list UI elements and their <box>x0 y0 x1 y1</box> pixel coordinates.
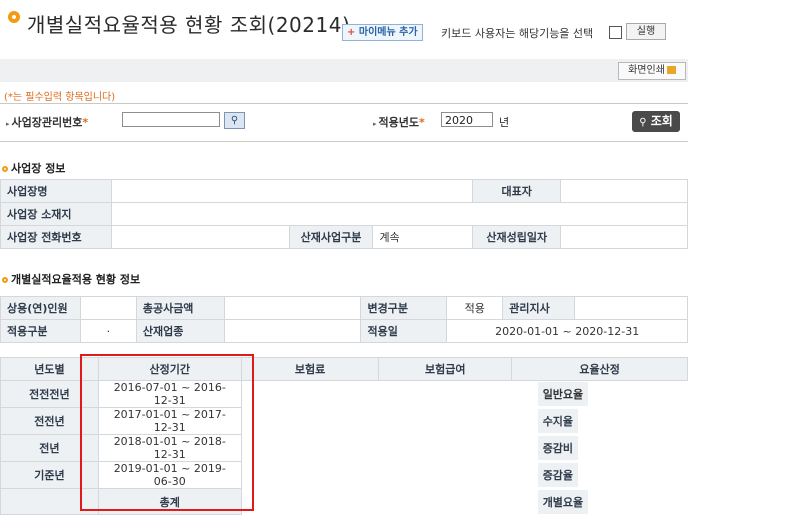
rate-label: 증감비 <box>537 436 579 460</box>
apply-date-value: 2020-01-01 ~ 2020-12-31 <box>446 319 688 343</box>
apply-date-label: 적용일 <box>360 319 448 343</box>
row-premium <box>241 435 379 462</box>
search-panel <box>0 103 688 142</box>
apply-year-label: ▸ 적용년도* <box>373 116 425 129</box>
rate-info-title: 개별실적요율적용 현황 정보 <box>2 271 140 287</box>
workers-label: 상용(연)인원 <box>0 296 81 320</box>
change-type-label: 변경구분 <box>360 296 448 320</box>
business-type-value: 계속 <box>372 225 474 249</box>
apply-year-input[interactable]: 2020 <box>441 112 493 127</box>
workplace-info-table: 사업장명 대표자 사업장 소재지 사업장 전화번호 산재사업구분 계속 산재성립… <box>0 179 689 249</box>
rate-label: 일반요율 <box>537 382 589 407</box>
representative-value <box>560 179 688 203</box>
row-benefit <box>379 435 512 462</box>
title-bullet-icon <box>8 11 20 23</box>
workplace-phone-value <box>110 225 290 249</box>
workplace-name-label: 사업장명 <box>0 179 112 203</box>
magnifier-icon: ⚲ <box>639 117 647 128</box>
industry-label: 산재업종 <box>135 319 225 343</box>
workers-value <box>79 296 137 320</box>
workplace-address-value <box>110 202 689 226</box>
section-bullet-icon <box>2 166 8 172</box>
rate-info-table: 상용(연)인원 총공사금액 변경구분 적용 관리지사 적용구분 · 산재업종 적… <box>0 296 688 343</box>
search-icon: ⚲ <box>230 115 239 126</box>
required-note: (*는 필수입력 항목입니다) <box>4 92 116 103</box>
page-title: 개별실적요율적용 현황 조회(20214) <box>27 13 351 37</box>
workplace-number-label: ▸ 사업장관리번호* <box>6 116 89 129</box>
printer-icon <box>666 66 676 74</box>
rate-label: 증감율 <box>537 463 579 487</box>
row-premium <box>241 462 379 489</box>
workplace-phone-label: 사업장 전화번호 <box>0 225 112 249</box>
workplace-search-button[interactable]: ⚲ <box>224 112 245 129</box>
workplace-name-value <box>110 179 474 203</box>
query-label: 조회 <box>650 114 673 128</box>
keyboard-checkbox[interactable] <box>609 26 622 39</box>
apply-type-label: 적용구분 <box>0 319 81 343</box>
total-wage-label: 총공사금액 <box>135 296 225 320</box>
add-my-menu-button[interactable]: + 마이메뉴 추가 <box>342 24 423 41</box>
print-label: 화면인쇄 <box>628 65 665 76</box>
keyboard-hint: 키보드 사용자는 해당기능을 선택 <box>441 27 594 40</box>
header-rate-calc: 요율산정 <box>511 357 688 381</box>
industry-value <box>223 319 362 343</box>
total-wage-value <box>223 296 362 320</box>
business-type-label: 산재사업구분 <box>288 225 374 249</box>
section-bullet-icon <box>2 277 8 283</box>
row-benefit <box>379 462 512 489</box>
row-premium <box>241 408 379 435</box>
total-premium <box>241 489 379 515</box>
apply-type-value: · <box>79 319 137 343</box>
workplace-address-label: 사업장 소재지 <box>0 202 112 226</box>
row-benefit <box>379 408 512 435</box>
establish-date-label: 산재성립일자 <box>472 225 562 249</box>
rate-label: 개별요율 <box>537 489 589 514</box>
row-premium <box>241 381 379 408</box>
run-button[interactable]: 실행 <box>626 23 666 40</box>
workplace-number-input[interactable] <box>122 112 220 127</box>
change-type-value: 적용 <box>446 296 504 320</box>
add-my-menu-label: 마이메뉴 추가 <box>358 27 418 38</box>
year-unit: 년 <box>499 116 510 129</box>
header-benefit: 보험급여 <box>378 357 513 381</box>
branch-office-value <box>574 296 688 320</box>
toolbar <box>0 59 688 82</box>
rate-label: 수지율 <box>537 409 579 433</box>
establish-date-value <box>560 225 688 249</box>
header-premium: 보험료 <box>240 357 380 381</box>
workplace-info-title: 사업장 정보 <box>2 160 65 176</box>
total-benefit <box>379 489 512 515</box>
branch-office-label: 관리지사 <box>502 296 576 320</box>
query-button[interactable]: ⚲ 조회 <box>632 111 680 132</box>
representative-label: 대표자 <box>472 179 562 203</box>
highlight-box <box>80 354 254 511</box>
row-benefit <box>379 381 512 408</box>
plus-icon: + <box>347 27 356 38</box>
print-screen-button[interactable]: 화면인쇄 <box>618 62 686 80</box>
